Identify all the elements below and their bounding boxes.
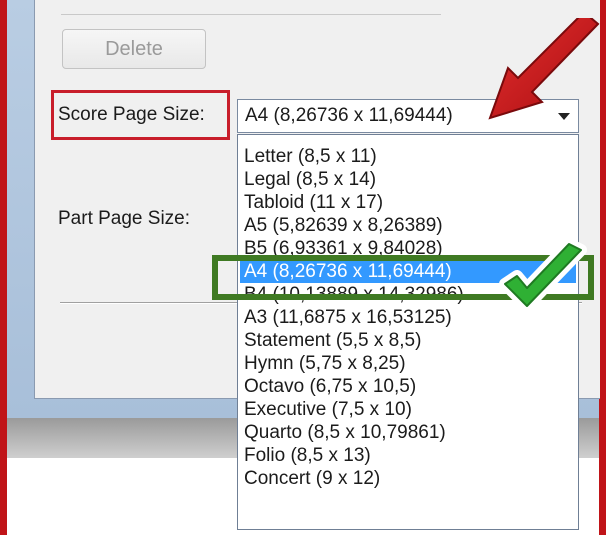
dropdown-option-folio[interactable]: Folio (8,5 x 13)	[240, 444, 576, 467]
dropdown-option-hymn[interactable]: Hymn (5,75 x 8,25)	[240, 352, 576, 375]
dropdown-option-a5[interactable]: A5 (5,82639 x 8,26389)	[240, 214, 576, 237]
dropdown-option-statement[interactable]: Statement (5,5 x 8,5)	[240, 329, 576, 352]
part-page-size-label: Part Page Size:	[58, 208, 191, 229]
arrow-pointer-icon	[488, 18, 600, 120]
dropdown-option-octavo[interactable]: Octavo (6,75 x 10,5)	[240, 375, 576, 398]
delete-button[interactable]: Delete	[62, 29, 206, 69]
dropdown-option-letter[interactable]: Letter (8,5 x 11)	[240, 145, 576, 168]
score-page-size-label: Score Page Size:	[58, 104, 205, 125]
dropdown-option-executive[interactable]: Executive (7,5 x 10)	[240, 398, 576, 421]
tab-strip	[61, 0, 441, 15]
dropdown-option-tabloid[interactable]: Tabloid (11 x 17)	[240, 191, 576, 214]
dropdown-option-concert[interactable]: Concert (9 x 12)	[240, 467, 576, 490]
score-page-size-value: A4 (8,26736 x 11,69444)	[245, 105, 453, 126]
page-size-dropdown[interactable]: Letter (8,5 x 11) Legal (8,5 x 14) Tablo…	[237, 134, 579, 530]
checkmark-icon	[499, 240, 587, 312]
dropdown-option-quarto[interactable]: Quarto (8,5 x 10,79861)	[240, 421, 576, 444]
dropdown-option-legal[interactable]: Legal (8,5 x 14)	[240, 168, 576, 191]
